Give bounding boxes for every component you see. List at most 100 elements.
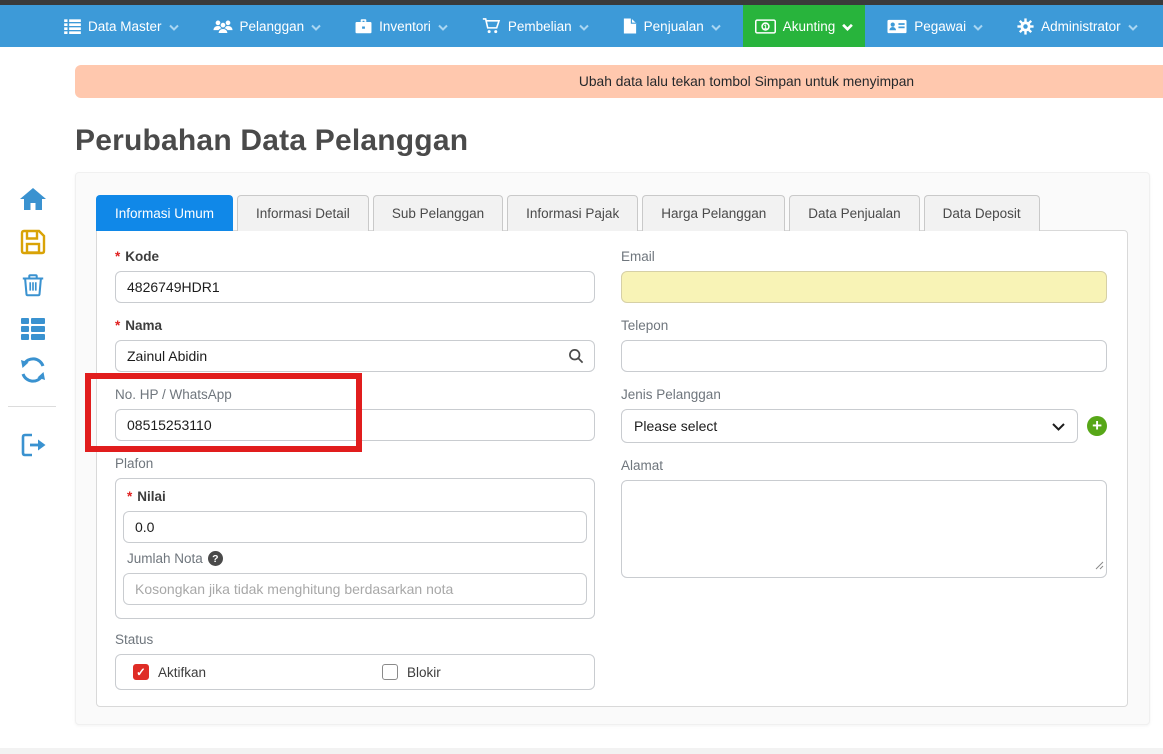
chevron-down-icon: [1128, 19, 1138, 34]
field-plafon: Plafon *Nilai Jumlah Nota?: [115, 456, 595, 619]
main-content: Ubah data lalu tekan tombol Simpan untuk…: [75, 65, 1163, 725]
field-jenis-pelanggan: Jenis Pelanggan Please select +: [621, 387, 1107, 443]
chevron-down-icon: [169, 19, 179, 34]
blokir-checkbox-group[interactable]: Blokir: [382, 664, 441, 680]
email-input[interactable]: [621, 271, 1107, 303]
chevron-down-icon: [1052, 418, 1065, 434]
required-mark: *: [115, 249, 120, 264]
nilai-label: *Nilai: [123, 489, 587, 504]
hp-input[interactable]: [115, 409, 595, 441]
nav-item-pegawai[interactable]: Pegawai: [875, 5, 995, 47]
top-navbar: Data Master Pelanggan Inventori Pembelia…: [0, 5, 1163, 47]
email-label: Email: [621, 249, 1107, 264]
logout-icon[interactable]: [17, 429, 49, 461]
add-jenis-pelanggan-button[interactable]: +: [1087, 416, 1107, 436]
nav-item-data-master[interactable]: Data Master: [52, 5, 191, 47]
jumlah-nota-input[interactable]: [123, 573, 587, 605]
jenis-pelanggan-label: Jenis Pelanggan: [621, 387, 1107, 402]
jumlah-nota-label: Jumlah Nota?: [123, 551, 587, 566]
chevron-down-icon: [579, 19, 589, 34]
nav-item-pelanggan[interactable]: Pelanggan: [201, 5, 334, 47]
sidebar-divider: [8, 406, 56, 407]
tab-sub-pelanggan[interactable]: Sub Pelanggan: [373, 195, 503, 231]
plafon-group-box: *Nilai Jumlah Nota?: [115, 478, 595, 619]
field-nama: *Nama: [115, 318, 595, 372]
nav-label: Data Master: [88, 19, 162, 34]
field-alamat: Alamat: [621, 458, 1107, 583]
alert-banner: Ubah data lalu tekan tombol Simpan untuk…: [75, 65, 1163, 98]
tab-bar: Informasi Umum Informasi Detail Sub Pela…: [96, 195, 1149, 231]
help-icon[interactable]: ?: [208, 551, 223, 566]
content-panel: Informasi Umum Informasi Detail Sub Pela…: [75, 172, 1150, 725]
nav-label: Pembelian: [508, 19, 572, 34]
svg-text:1: 1: [763, 23, 767, 30]
idcard-icon: [887, 19, 907, 34]
nav-label: Inventori: [379, 19, 431, 34]
required-mark: *: [115, 318, 120, 333]
field-telepon: Telepon: [621, 318, 1107, 372]
aktifkan-checkbox-group[interactable]: ✓ Aktifkan: [133, 664, 382, 680]
chevron-down-icon: [438, 19, 448, 34]
field-kode: *Kode: [115, 249, 595, 303]
nav-item-penjualan[interactable]: Penjualan: [611, 5, 733, 47]
nav-item-pembelian[interactable]: Pembelian: [470, 5, 601, 47]
gear-icon: [1017, 18, 1034, 35]
chevron-down-icon: [311, 19, 321, 34]
money-icon: 1: [755, 19, 776, 34]
home-icon[interactable]: [17, 183, 49, 215]
nama-input[interactable]: [115, 340, 595, 372]
status-label: Status: [115, 632, 595, 647]
chevron-down-icon: [842, 19, 853, 34]
tab-harga-pelanggan[interactable]: Harga Pelanggan: [642, 195, 785, 231]
save-icon[interactable]: [17, 226, 49, 258]
alamat-textarea[interactable]: [621, 480, 1107, 578]
alamat-label: Alamat: [621, 458, 1107, 473]
jenis-pelanggan-select[interactable]: Please select: [621, 409, 1078, 443]
select-value: Please select: [634, 418, 717, 434]
alert-message: Ubah data lalu tekan tombol Simpan untuk…: [579, 74, 914, 89]
people-icon: [213, 19, 233, 34]
tab-data-penjualan[interactable]: Data Penjualan: [789, 195, 919, 231]
field-status: Status ✓ Aktifkan Blokir: [115, 632, 595, 690]
tab-content: *Kode *Nama No. HP / WhatsApp: [96, 230, 1128, 707]
nav-item-inventori[interactable]: Inventori: [343, 5, 460, 47]
telepon-label: Telepon: [621, 318, 1107, 333]
nav-item-akunting[interactable]: 1 Akunting: [743, 5, 866, 47]
briefcase-icon: [355, 19, 372, 34]
status-box: ✓ Aktifkan Blokir: [115, 654, 595, 690]
tab-informasi-umum[interactable]: Informasi Umum: [96, 195, 233, 231]
nav-label: Pegawai: [914, 19, 966, 34]
trash-icon[interactable]: [17, 269, 49, 301]
blokir-label: Blokir: [407, 665, 441, 680]
nav-label: Penjualan: [644, 19, 704, 34]
nama-label: *Nama: [115, 318, 595, 333]
resize-grip-icon[interactable]: [1095, 557, 1104, 575]
required-mark: *: [127, 489, 132, 504]
refresh-icon[interactable]: [17, 354, 49, 386]
field-email: Email: [621, 249, 1107, 303]
hp-label: No. HP / WhatsApp: [115, 387, 595, 402]
chevron-down-icon: [973, 19, 983, 34]
nav-label: Akunting: [783, 19, 836, 34]
list-view-icon[interactable]: [17, 312, 49, 344]
nav-label: Pelanggan: [240, 19, 305, 34]
field-hp: No. HP / WhatsApp: [115, 387, 595, 441]
blokir-checkbox[interactable]: [382, 664, 398, 680]
tab-data-deposit[interactable]: Data Deposit: [924, 195, 1040, 231]
kode-input[interactable]: [115, 271, 595, 303]
cart-icon: [482, 18, 501, 34]
aktifkan-label: Aktifkan: [158, 665, 206, 680]
kode-label: *Kode: [115, 249, 595, 264]
nav-label: Administrator: [1041, 19, 1121, 34]
chevron-down-icon: [711, 19, 721, 34]
telepon-input[interactable]: [621, 340, 1107, 372]
page-title: Perubahan Data Pelanggan: [75, 124, 1163, 158]
aktifkan-checkbox[interactable]: ✓: [133, 664, 149, 680]
check-icon: ✓: [136, 665, 146, 679]
nilai-input[interactable]: [123, 511, 587, 543]
tab-informasi-detail[interactable]: Informasi Detail: [237, 195, 369, 231]
tab-informasi-pajak[interactable]: Informasi Pajak: [507, 195, 638, 231]
nav-item-administrator[interactable]: Administrator: [1005, 5, 1150, 47]
search-icon[interactable]: [568, 348, 584, 364]
document-icon: [623, 18, 637, 34]
